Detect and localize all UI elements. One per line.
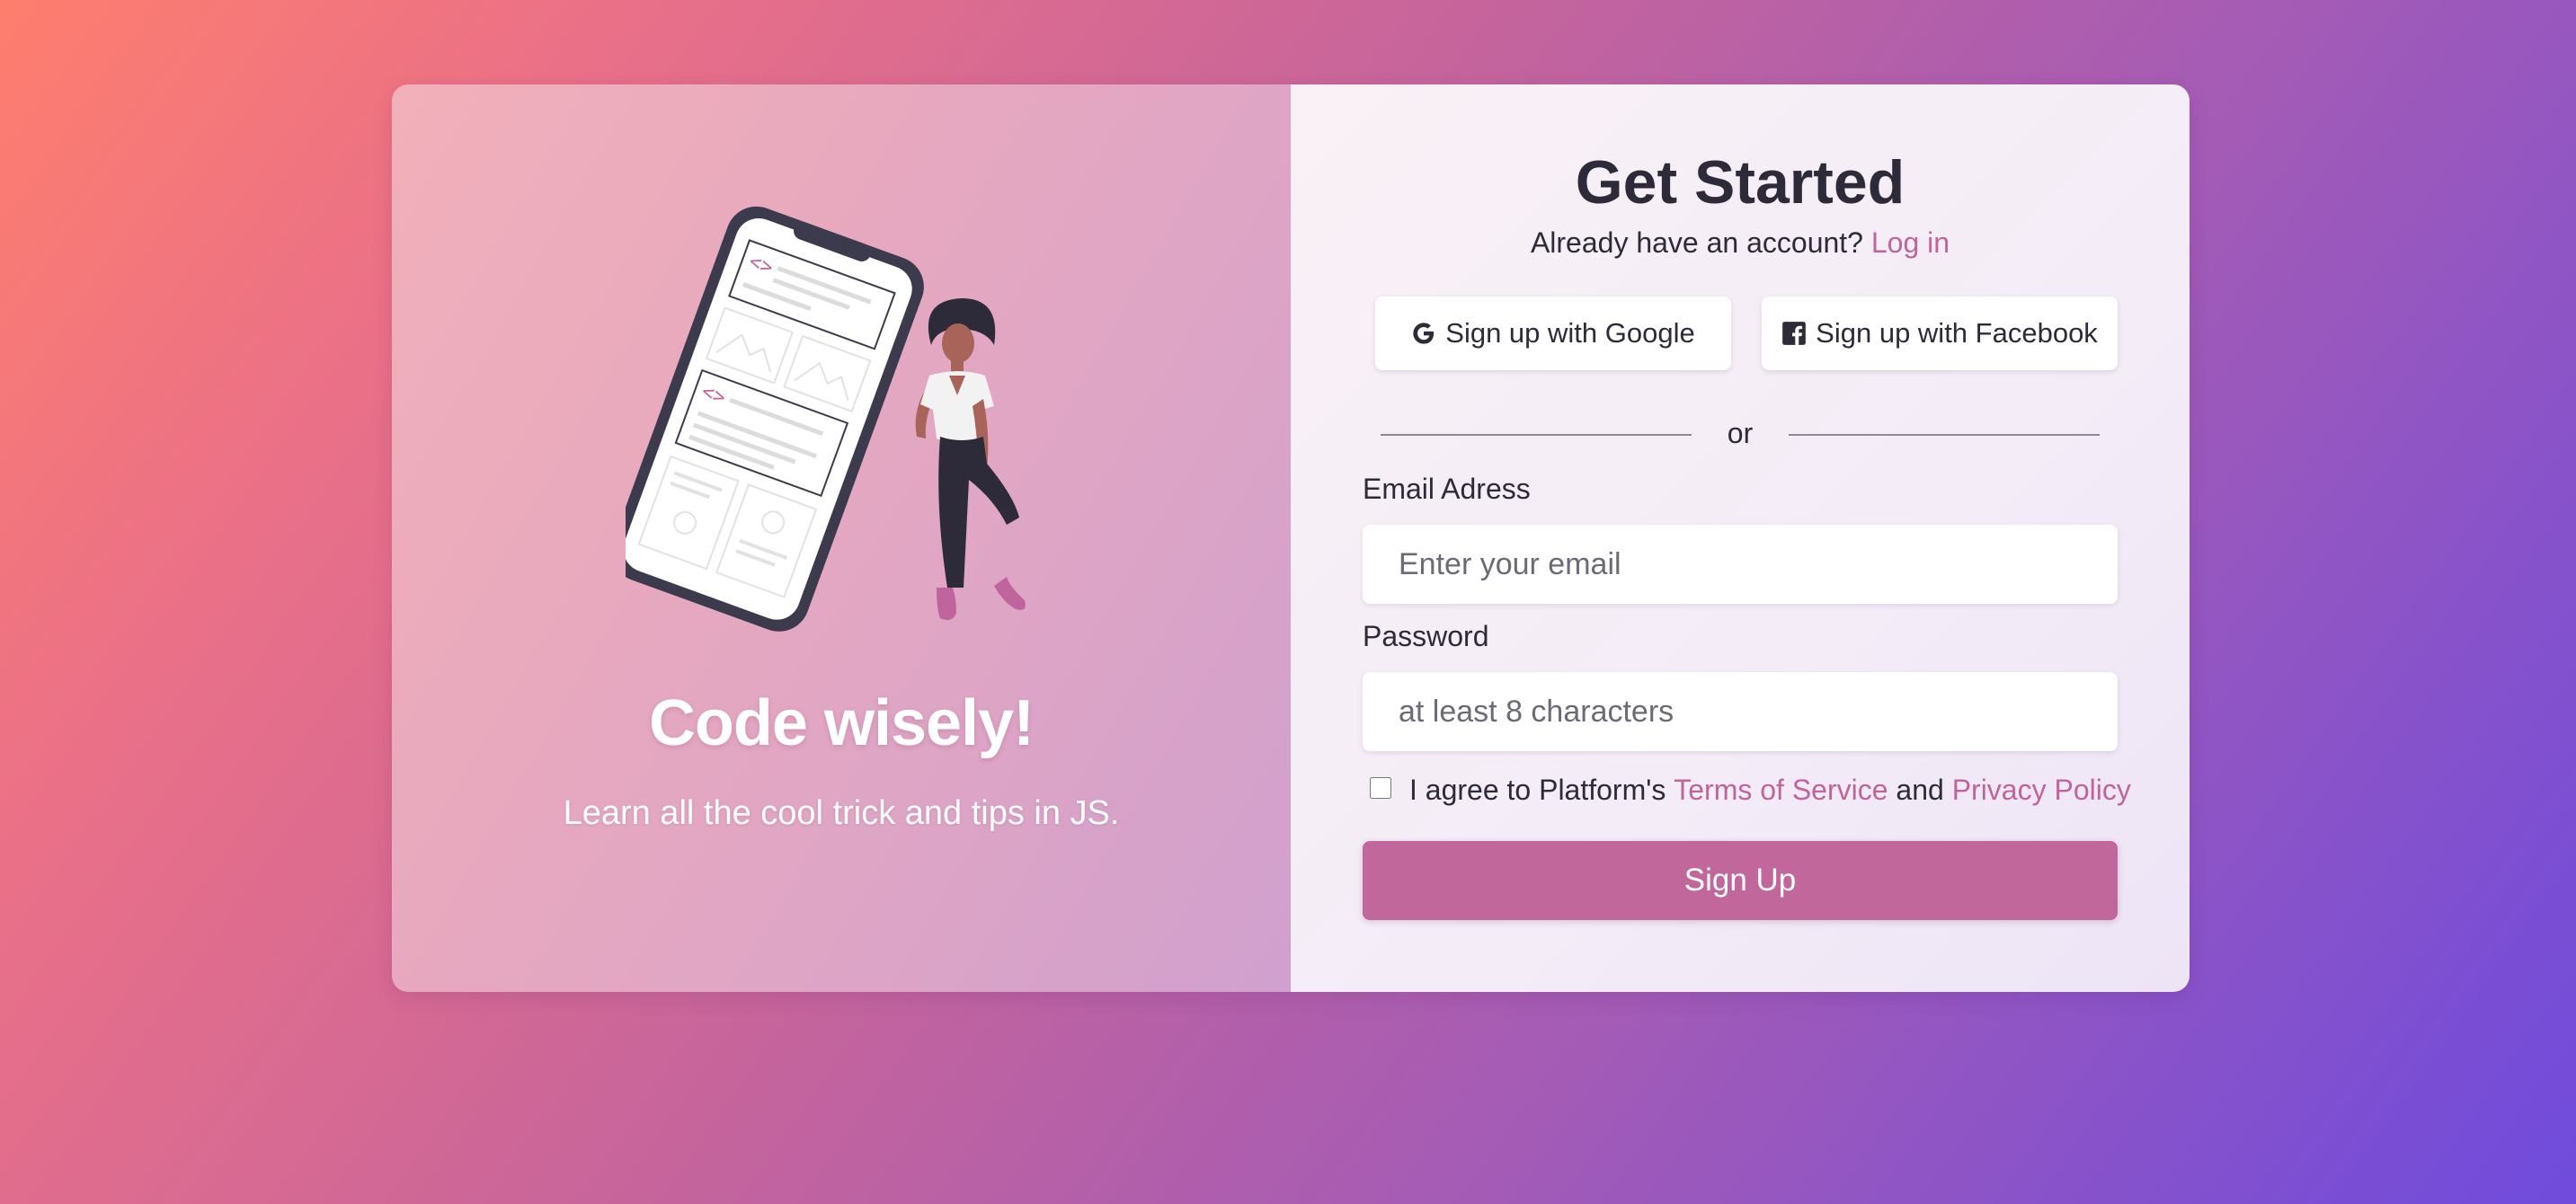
google-signup-button[interactable]: Sign up with Google	[1375, 297, 1731, 370]
facebook-signup-label: Sign up with Facebook	[1816, 317, 2098, 349]
email-field[interactable]	[1363, 525, 2118, 604]
hero-subtitle: Learn all the cool trick and tips in JS.	[563, 794, 1120, 832]
terms-of-service-link[interactable]: Terms of Service	[1674, 774, 1888, 807]
or-divider: or	[1381, 417, 2100, 453]
signup-form-panel: Get Started Already have an account? Log…	[1291, 84, 2190, 992]
woman-leaning-on-phone-illustration: <> <>	[626, 206, 1026, 632]
google-signup-label: Sign up with Google	[1445, 317, 1695, 349]
phone-illustration: <> <>	[626, 206, 924, 632]
password-label: Password	[1363, 620, 1489, 652]
signup-card: <> <> Code wisely! Learn all the cool tr…	[392, 84, 2190, 992]
agreement-prefix: I agree to Platform's	[1409, 773, 1666, 806]
facebook-signup-button[interactable]: Sign up with Facebook	[1762, 297, 2118, 370]
email-label: Email Adress	[1363, 473, 1531, 505]
privacy-policy-link[interactable]: Privacy Policy	[1952, 774, 2131, 807]
terms-checkbox[interactable]	[1370, 777, 1391, 799]
form-title: Get Started	[1575, 148, 1905, 217]
terms-agreement: I agree to Platform's Terms of Service a…	[1370, 767, 2131, 812]
sign-up-button[interactable]: Sign Up	[1363, 841, 2118, 920]
divider-line-right	[1789, 434, 2100, 436]
hero-title: Code wisely!	[648, 687, 1035, 759]
login-prompt: Already have an account? Log in	[1291, 226, 2190, 260]
login-prompt-text: Already have an account?	[1530, 226, 1863, 259]
woman-figure	[915, 298, 1026, 620]
google-icon	[1411, 321, 1436, 346]
agreement-conjunction: and	[1896, 773, 1944, 806]
facebook-icon	[1781, 321, 1807, 346]
password-field[interactable]	[1363, 672, 2118, 751]
hero-panel: <> <> Code wisely! Learn all the cool tr…	[392, 84, 1291, 992]
login-link[interactable]: Log in	[1871, 226, 1950, 259]
